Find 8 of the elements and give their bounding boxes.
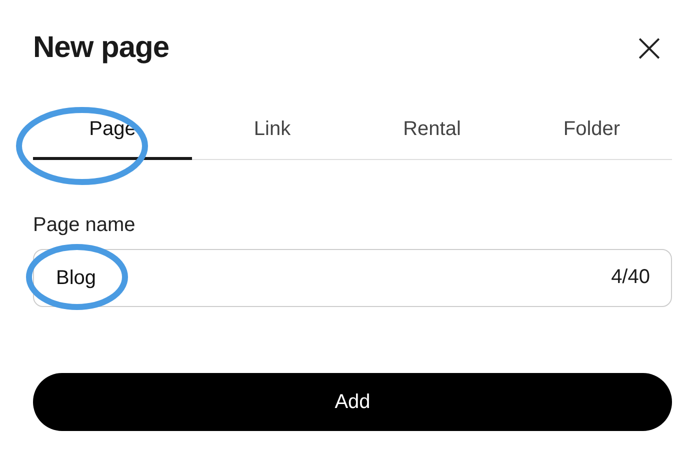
tab[interactable]: Rental — [352, 118, 512, 160]
character-counter: 4/40 — [611, 266, 650, 289]
tab[interactable]: Link — [192, 118, 352, 160]
dialog-title: New page — [33, 31, 170, 65]
field-label: Page name — [33, 214, 136, 237]
tab[interactable]: Folder — [512, 118, 672, 160]
close-button[interactable]: × — [626, 28, 672, 68]
add-button[interactable]: Add — [33, 373, 672, 431]
